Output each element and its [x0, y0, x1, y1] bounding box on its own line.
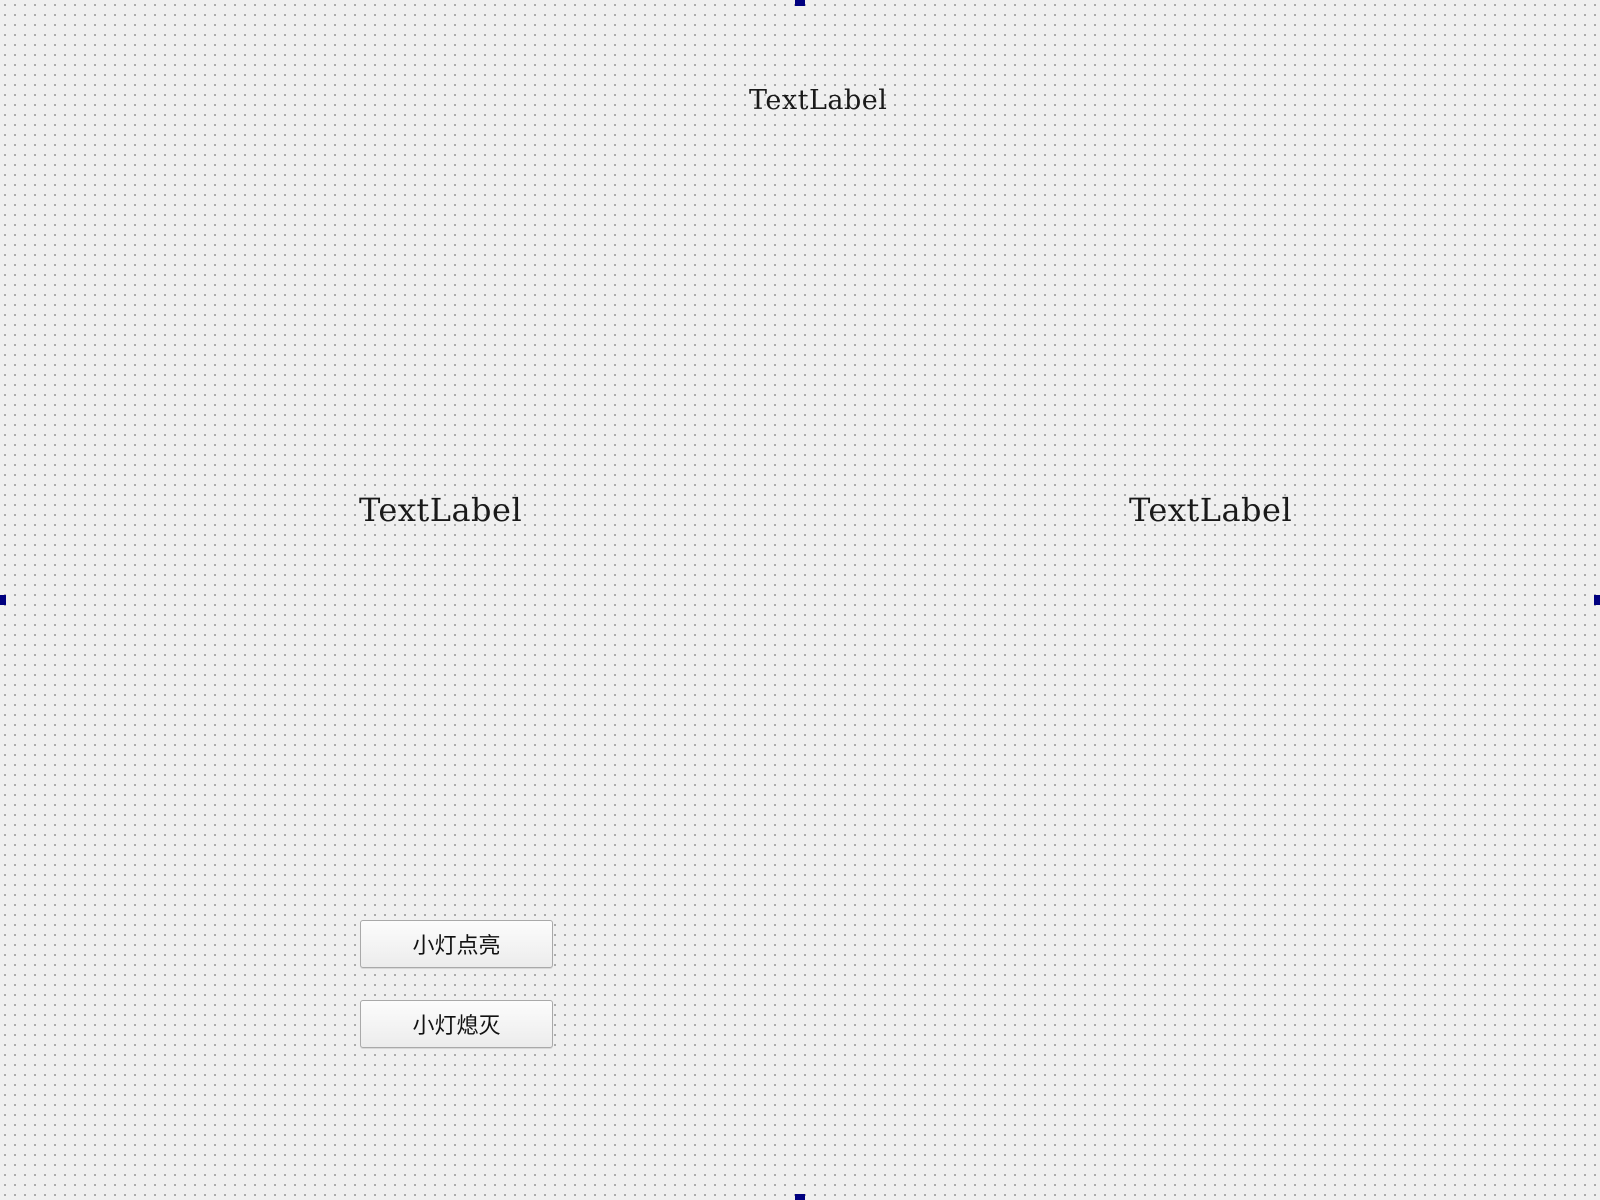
- text-label-top[interactable]: TextLabel: [749, 87, 887, 114]
- light-off-button[interactable]: 小灯熄灭: [360, 1000, 553, 1048]
- resize-handle-top[interactable]: [795, 0, 805, 6]
- resize-handle-right[interactable]: [1594, 595, 1600, 605]
- form-canvas[interactable]: TextLabel TextLabel TextLabel 小灯点亮 小灯熄灭: [0, 0, 1600, 1200]
- light-on-button[interactable]: 小灯点亮: [360, 920, 553, 968]
- resize-handle-bottom[interactable]: [795, 1194, 805, 1200]
- text-label-left[interactable]: TextLabel: [359, 494, 522, 526]
- resize-handle-left[interactable]: [0, 595, 6, 605]
- text-label-right[interactable]: TextLabel: [1129, 494, 1292, 526]
